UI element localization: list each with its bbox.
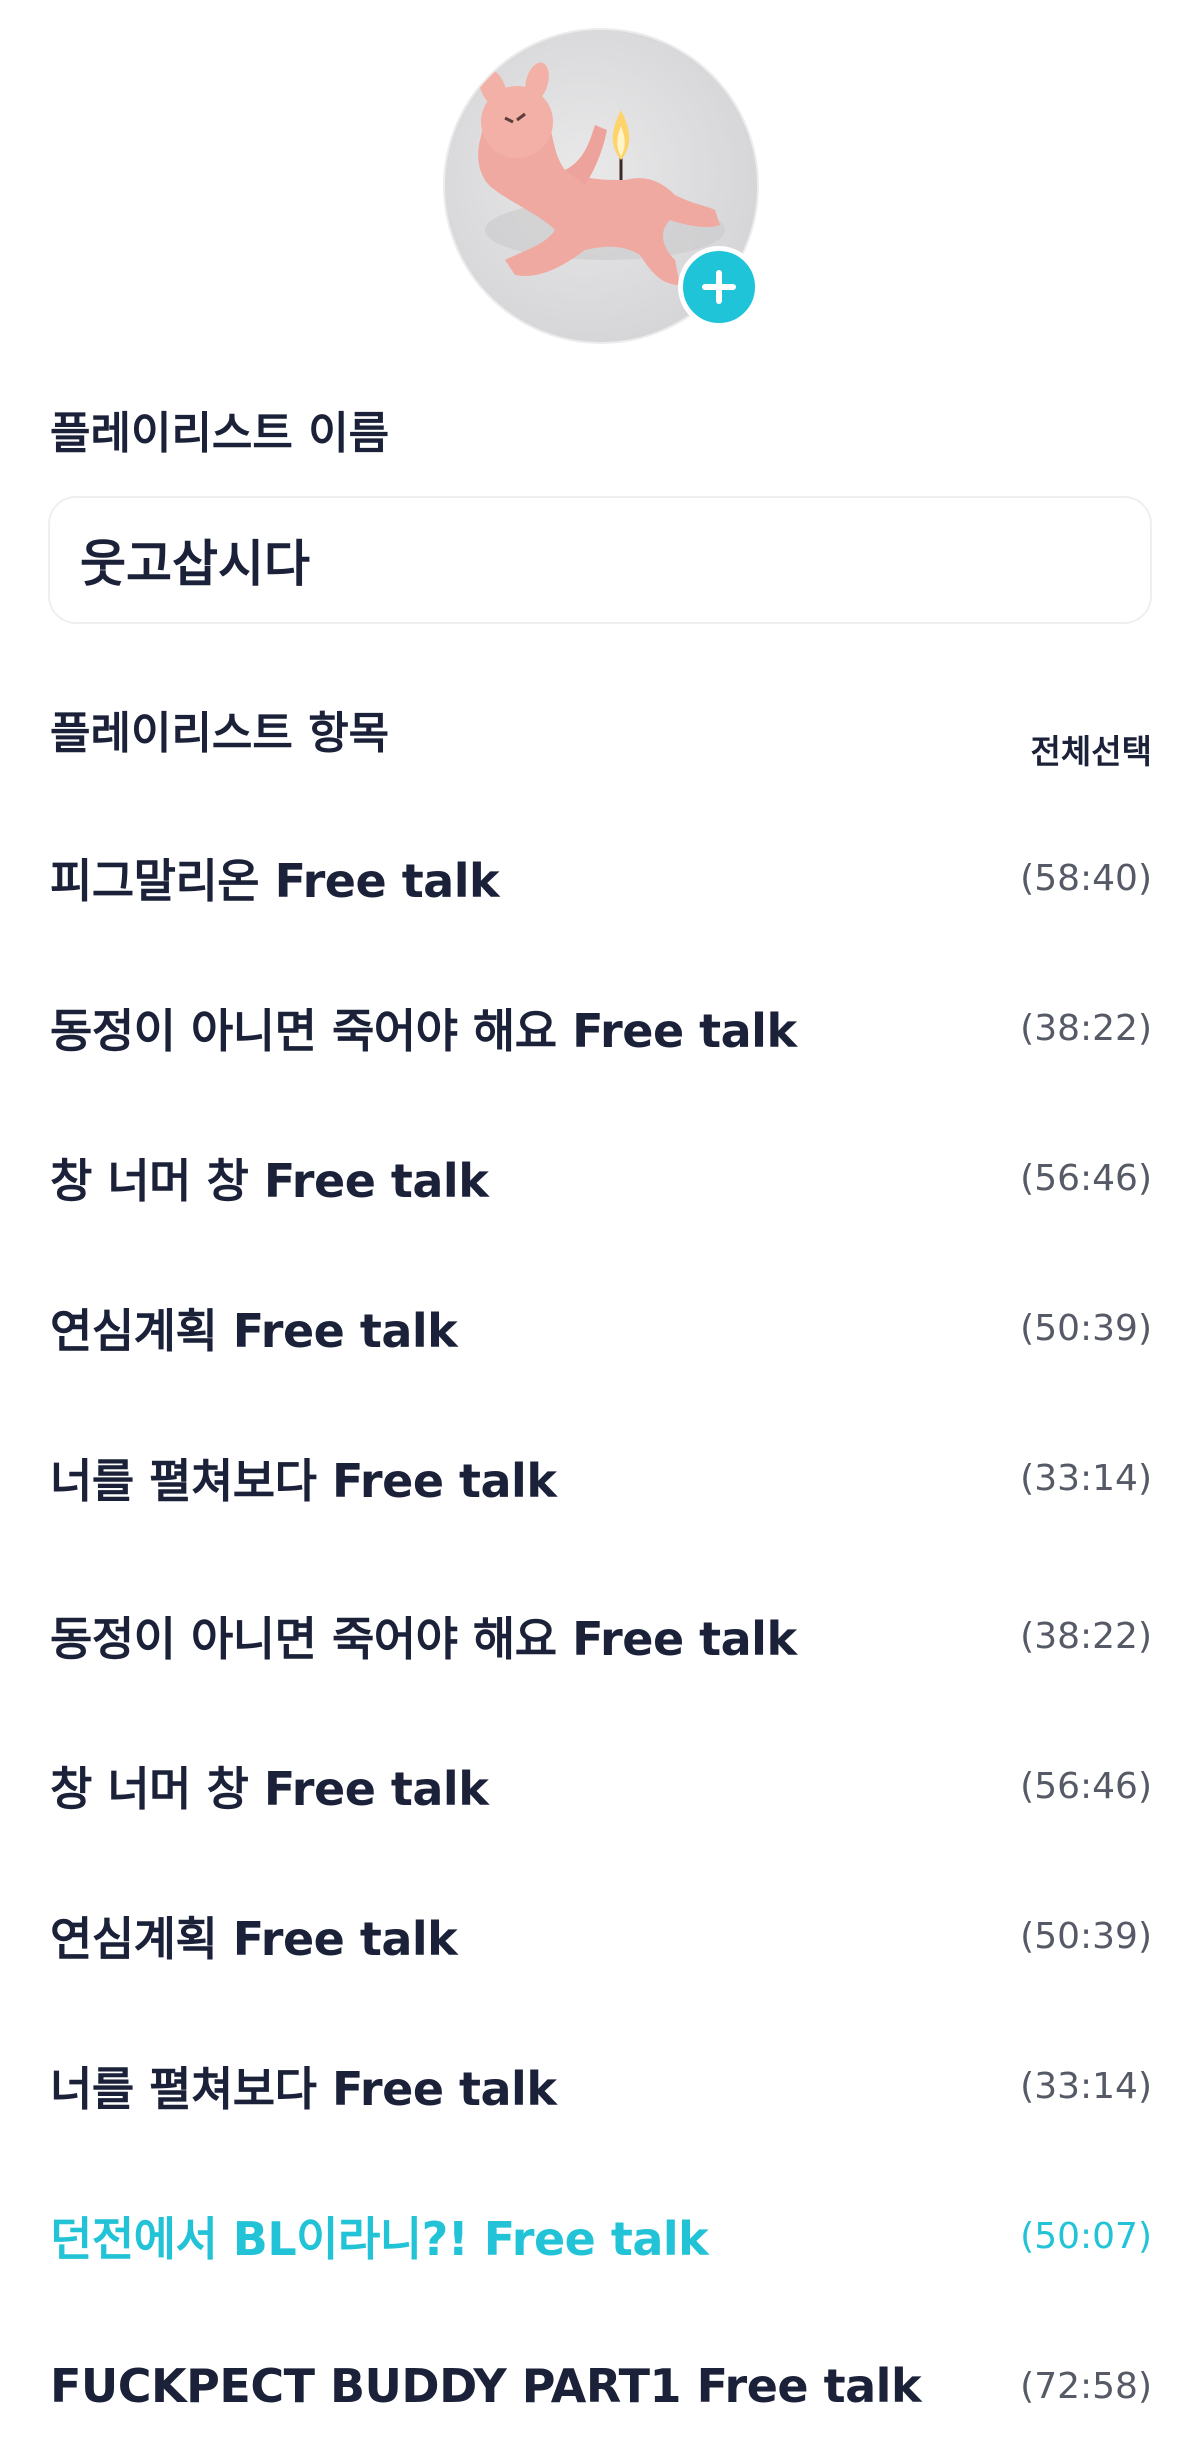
track-item[interactable]: 너를 펼쳐보다 Free talk (33:14) (50, 2036, 1152, 2136)
track-title: 연심계획 Free talk (50, 1304, 458, 1358)
track-duration: (56:46) (1020, 1157, 1152, 1199)
track-title: 너를 펼쳐보다 Free talk (50, 1454, 557, 1508)
track-duration: (33:14) (1020, 1457, 1152, 1499)
track-duration: (58:40) (1020, 857, 1152, 899)
track-item[interactable]: 동정이 아니면 죽어야 해요 Free talk (38:22) (50, 1586, 1152, 1686)
track-duration: (50:07) (1020, 2215, 1152, 2257)
playlist-items-label: 플레이리스트 항목 (50, 708, 390, 759)
select-all-button[interactable]: 전체선택 (1031, 725, 1152, 773)
track-item[interactable]: 너를 펼쳐보다 Free talk (33:14) (50, 1428, 1152, 1528)
playlist-name-label: 플레이리스트 이름 (50, 408, 390, 459)
track-title: 창 너머 창 Free talk (50, 1762, 489, 1816)
track-item[interactable]: 창 너머 창 Free talk (56:46) (50, 1736, 1152, 1836)
track-title: 동정이 아니면 죽어야 해요 Free talk (50, 1004, 797, 1058)
track-item[interactable]: FUCKPECT BUDDY PART1 Free talk (72:58) (50, 2336, 1152, 2436)
track-title: 창 너머 창 Free talk (50, 1154, 489, 1208)
track-duration: (38:22) (1020, 1007, 1152, 1049)
track-duration: (33:14) (1020, 2065, 1152, 2107)
track-title: 너를 펼쳐보다 Free talk (50, 2062, 557, 2116)
track-item[interactable]: 동정이 아니면 죽어야 해요 Free talk (38:22) (50, 978, 1152, 1078)
track-item[interactable]: 창 너머 창 Free talk (56:46) (50, 1128, 1152, 1228)
track-duration: (50:39) (1020, 1307, 1152, 1349)
track-item[interactable]: 연심계획 Free talk (50:39) (50, 1886, 1152, 1986)
track-duration: (72:58) (1020, 2365, 1152, 2407)
track-item[interactable]: 피그말리온 Free talk (58:40) (50, 828, 1152, 928)
playlist-name-input[interactable] (48, 496, 1152, 624)
track-duration: (38:22) (1020, 1615, 1152, 1657)
track-title: 던전에서 BL이라니?! Free talk (50, 2212, 709, 2266)
track-item[interactable]: 연심계획 Free talk (50:39) (50, 1278, 1152, 1378)
track-item-active[interactable]: 던전에서 BL이라니?! Free talk (50:07) (50, 2186, 1152, 2286)
plus-icon (702, 270, 736, 304)
track-duration: (50:39) (1020, 1915, 1152, 1957)
track-title: 연심계획 Free talk (50, 1912, 458, 1966)
playlist-cover[interactable] (443, 28, 760, 344)
track-title: FUCKPECT BUDDY PART1 Free talk (50, 2359, 922, 2413)
add-cover-button[interactable] (678, 246, 760, 328)
track-duration: (56:46) (1020, 1765, 1152, 1807)
track-title: 동정이 아니면 죽어야 해요 Free talk (50, 1612, 797, 1666)
track-title: 피그말리온 Free talk (50, 854, 500, 908)
